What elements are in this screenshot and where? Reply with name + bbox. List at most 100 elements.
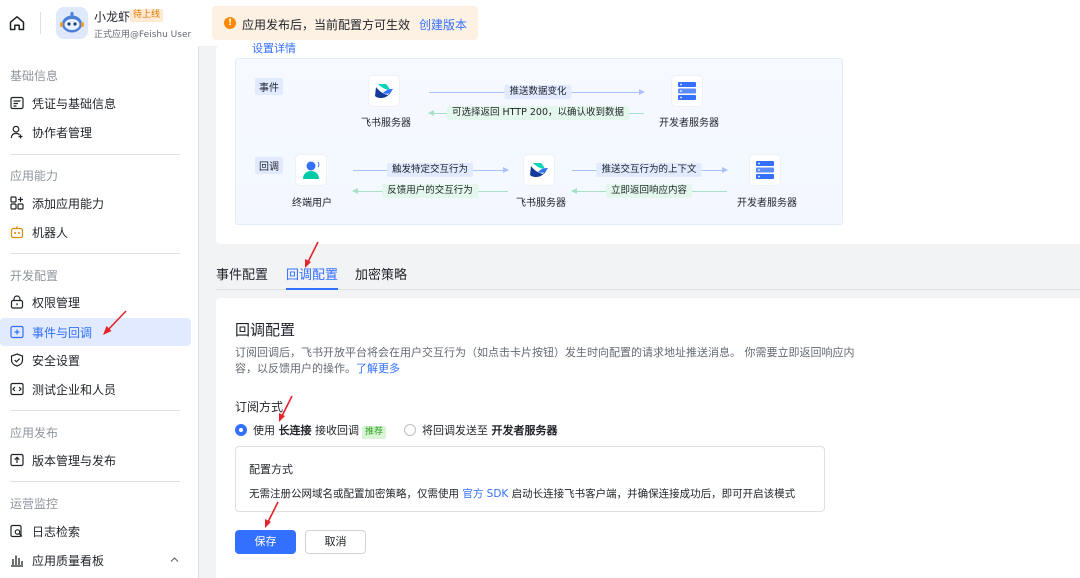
end-user-label: 终端用户 — [292, 198, 332, 209]
option-text: 使用 — [253, 424, 279, 437]
sidebar-section-title: 开发配置 — [10, 269, 59, 283]
long-connection-option[interactable]: 使用 长连接 接收回调 推荐 — [253, 422, 387, 439]
credential-icon — [10, 96, 24, 110]
tab-callback-config[interactable]: 回调配置 — [286, 264, 339, 290]
feishu-logo-icon — [375, 84, 393, 98]
long-connection-radio[interactable] — [235, 424, 247, 436]
config-tabs: 事件配置 回调配置 加密策略 — [216, 264, 1080, 290]
sidebar-item-test-users[interactable]: 测试企业和人员 — [0, 375, 191, 403]
dev-server-node — [672, 76, 702, 106]
feishu-server-label: 飞书服务器 — [516, 198, 566, 209]
callback-config-card: 回调配置 订阅回调后，飞书开放平台将会在用户交互行为（如点击卡片按钮）发生时向配… — [216, 298, 1080, 578]
status-badge: 待上线 — [130, 9, 164, 22]
create-version-link[interactable]: 创建版本 — [419, 16, 467, 33]
sidebar-item-label: 事件与回调 — [32, 326, 93, 340]
trigger-label: 触发特定交互行为 — [386, 163, 474, 177]
shield-icon — [10, 353, 24, 367]
sidebar-item-security[interactable]: 安全设置 — [0, 346, 191, 374]
callback-row-tag: 回调 — [255, 157, 283, 174]
divider — [10, 481, 180, 482]
official-sdk-link[interactable]: 官方 SDK — [462, 488, 508, 500]
config-method-box: 配置方式 无需注册公网域名或配置加密策略，仅需使用 官方 SDK 启动长连接飞书… — [235, 446, 825, 512]
sidebar-item-events-callbacks[interactable]: 事件与回调 — [0, 318, 191, 346]
sidebar-section-title: 基础信息 — [10, 69, 59, 83]
sidebar-item-label: 安全设置 — [32, 354, 81, 368]
app-avatar — [56, 7, 88, 39]
dev-server-option[interactable]: 将回调发送至 开发者服务器 — [422, 422, 558, 438]
chart-icon — [11, 555, 23, 567]
dev-server-radio[interactable] — [404, 424, 416, 436]
app-owner: 正式应用@Feishu User — [94, 30, 192, 40]
option-bold-text: 长连接 — [278, 424, 312, 437]
sidebar-item-label: 协作者管理 — [32, 126, 93, 140]
divider — [10, 410, 180, 411]
sidebar-section-title: 运营监控 — [10, 497, 59, 511]
dev-server-label: 开发者服务器 — [659, 118, 719, 129]
save-button[interactable]: 保存 — [235, 530, 296, 554]
apps-icon — [10, 196, 24, 210]
dev-server-node-2 — [750, 155, 780, 185]
flow-diagram-card: 设置详情 事件 飞书服务器 推送数据变化 可选择返回 HTTP 200，以确认收… — [216, 42, 1080, 244]
sidebar-item-label: 凭证与基础信息 — [32, 97, 117, 111]
description-text: 订阅回调后，飞书开放平台将会在用户交互行为（如点击卡片按钮）发生时向配置的请求地… — [235, 346, 855, 375]
sidebar-item-robot[interactable]: 机器人 — [0, 218, 191, 246]
event-row-tag: 事件 — [255, 78, 283, 95]
main-content: 设置详情 事件 飞书服务器 推送数据变化 可选择返回 HTTP 200，以确认收… — [199, 42, 1080, 578]
recommended-badge: 推荐 — [362, 426, 387, 439]
sidebar-item-credentials[interactable]: 凭证与基础信息 — [0, 89, 191, 117]
flow-diagram: 事件 飞书服务器 推送数据变化 可选择返回 HTTP 200，以确认收到数据 开… — [235, 58, 843, 225]
learn-more-link[interactable]: 了解更多 — [356, 362, 400, 375]
section-title: 回调配置 — [235, 321, 296, 339]
sidebar-item-label: 版本管理与发布 — [32, 454, 117, 468]
sidebar-item-label: 添加应用能力 — [32, 197, 105, 211]
sidebar-item-log-search[interactable]: 日志检索 — [0, 517, 191, 545]
top-bar: 小龙虾 待上线 正式应用@Feishu User ! 应用发布后，当前配置方可生… — [0, 0, 1080, 46]
app-name: 小龙虾 — [94, 10, 131, 24]
option-text: 接收回调 — [311, 424, 359, 437]
robot-icon — [10, 226, 24, 239]
feishu-logo-icon — [530, 163, 548, 177]
chevron-up-icon[interactable] — [170, 555, 179, 564]
sidebar-item-label: 应用质量看板 — [32, 554, 105, 568]
event-icon — [10, 325, 24, 339]
sidebar-item-label: 测试企业和人员 — [32, 383, 117, 397]
sidebar: 基础信息 凭证与基础信息 协作者管理 应用能力 添加应用能力 机器人 开发配置 … — [0, 46, 199, 578]
tab-encryption[interactable]: 加密策略 — [355, 264, 407, 290]
section-link[interactable]: 设置详情 — [252, 40, 296, 56]
lock-icon — [10, 295, 24, 309]
warning-icon: ! — [224, 17, 236, 29]
sidebar-item-permissions[interactable]: 权限管理 — [0, 288, 191, 316]
server-icon — [678, 82, 696, 100]
upload-icon — [10, 453, 24, 467]
sidebar-item-label: 权限管理 — [32, 296, 81, 310]
divider — [10, 253, 180, 254]
user-avatar-icon — [303, 161, 320, 179]
sidebar-item-collaborators[interactable]: 协作者管理 — [0, 118, 191, 146]
method-text: 启动长连接飞书客户端，并确保连接成功后，即可开启该模式 — [508, 488, 796, 500]
respond-label: 立即返回响应内容 — [605, 184, 693, 198]
config-method-title: 配置方式 — [249, 463, 293, 476]
code-icon — [10, 382, 24, 396]
sidebar-item-versions[interactable]: 版本管理与发布 — [0, 446, 191, 474]
sidebar-item-quality-dashboard[interactable]: 应用质量看板 — [0, 546, 191, 574]
config-method-desc: 无需注册公网域名或配置加密策略，仅需使用 官方 SDK 启动长连接飞书客户端，并… — [249, 486, 795, 501]
dev-server-label: 开发者服务器 — [737, 198, 797, 209]
home-icon[interactable] — [8, 14, 26, 32]
divider — [40, 12, 41, 34]
tab-event-config[interactable]: 事件配置 — [216, 264, 268, 290]
cancel-button[interactable]: 取消 — [305, 530, 366, 554]
server-icon — [756, 161, 774, 179]
notice-text: 应用发布后，当前配置方可生效 — [242, 18, 411, 32]
sidebar-item-add-capability[interactable]: 添加应用能力 — [0, 189, 191, 217]
sidebar-section-title: 应用能力 — [10, 169, 59, 183]
user-icon — [10, 125, 23, 139]
method-text: 无需注册公网域名或配置加密策略，仅需使用 — [249, 488, 463, 500]
return-http-label: 可选择返回 HTTP 200，以确认收到数据 — [447, 106, 629, 120]
end-user-node — [296, 155, 326, 185]
feishu-server-label: 飞书服务器 — [361, 118, 411, 129]
push-data-label: 推送数据变化 — [504, 85, 572, 99]
option-bold-text: 开发者服务器 — [491, 424, 558, 437]
sidebar-section-title: 应用发布 — [10, 426, 59, 440]
publish-notice: ! 应用发布后，当前配置方可生效 创建版本 — [212, 6, 478, 40]
feishu-server-node — [369, 76, 399, 106]
